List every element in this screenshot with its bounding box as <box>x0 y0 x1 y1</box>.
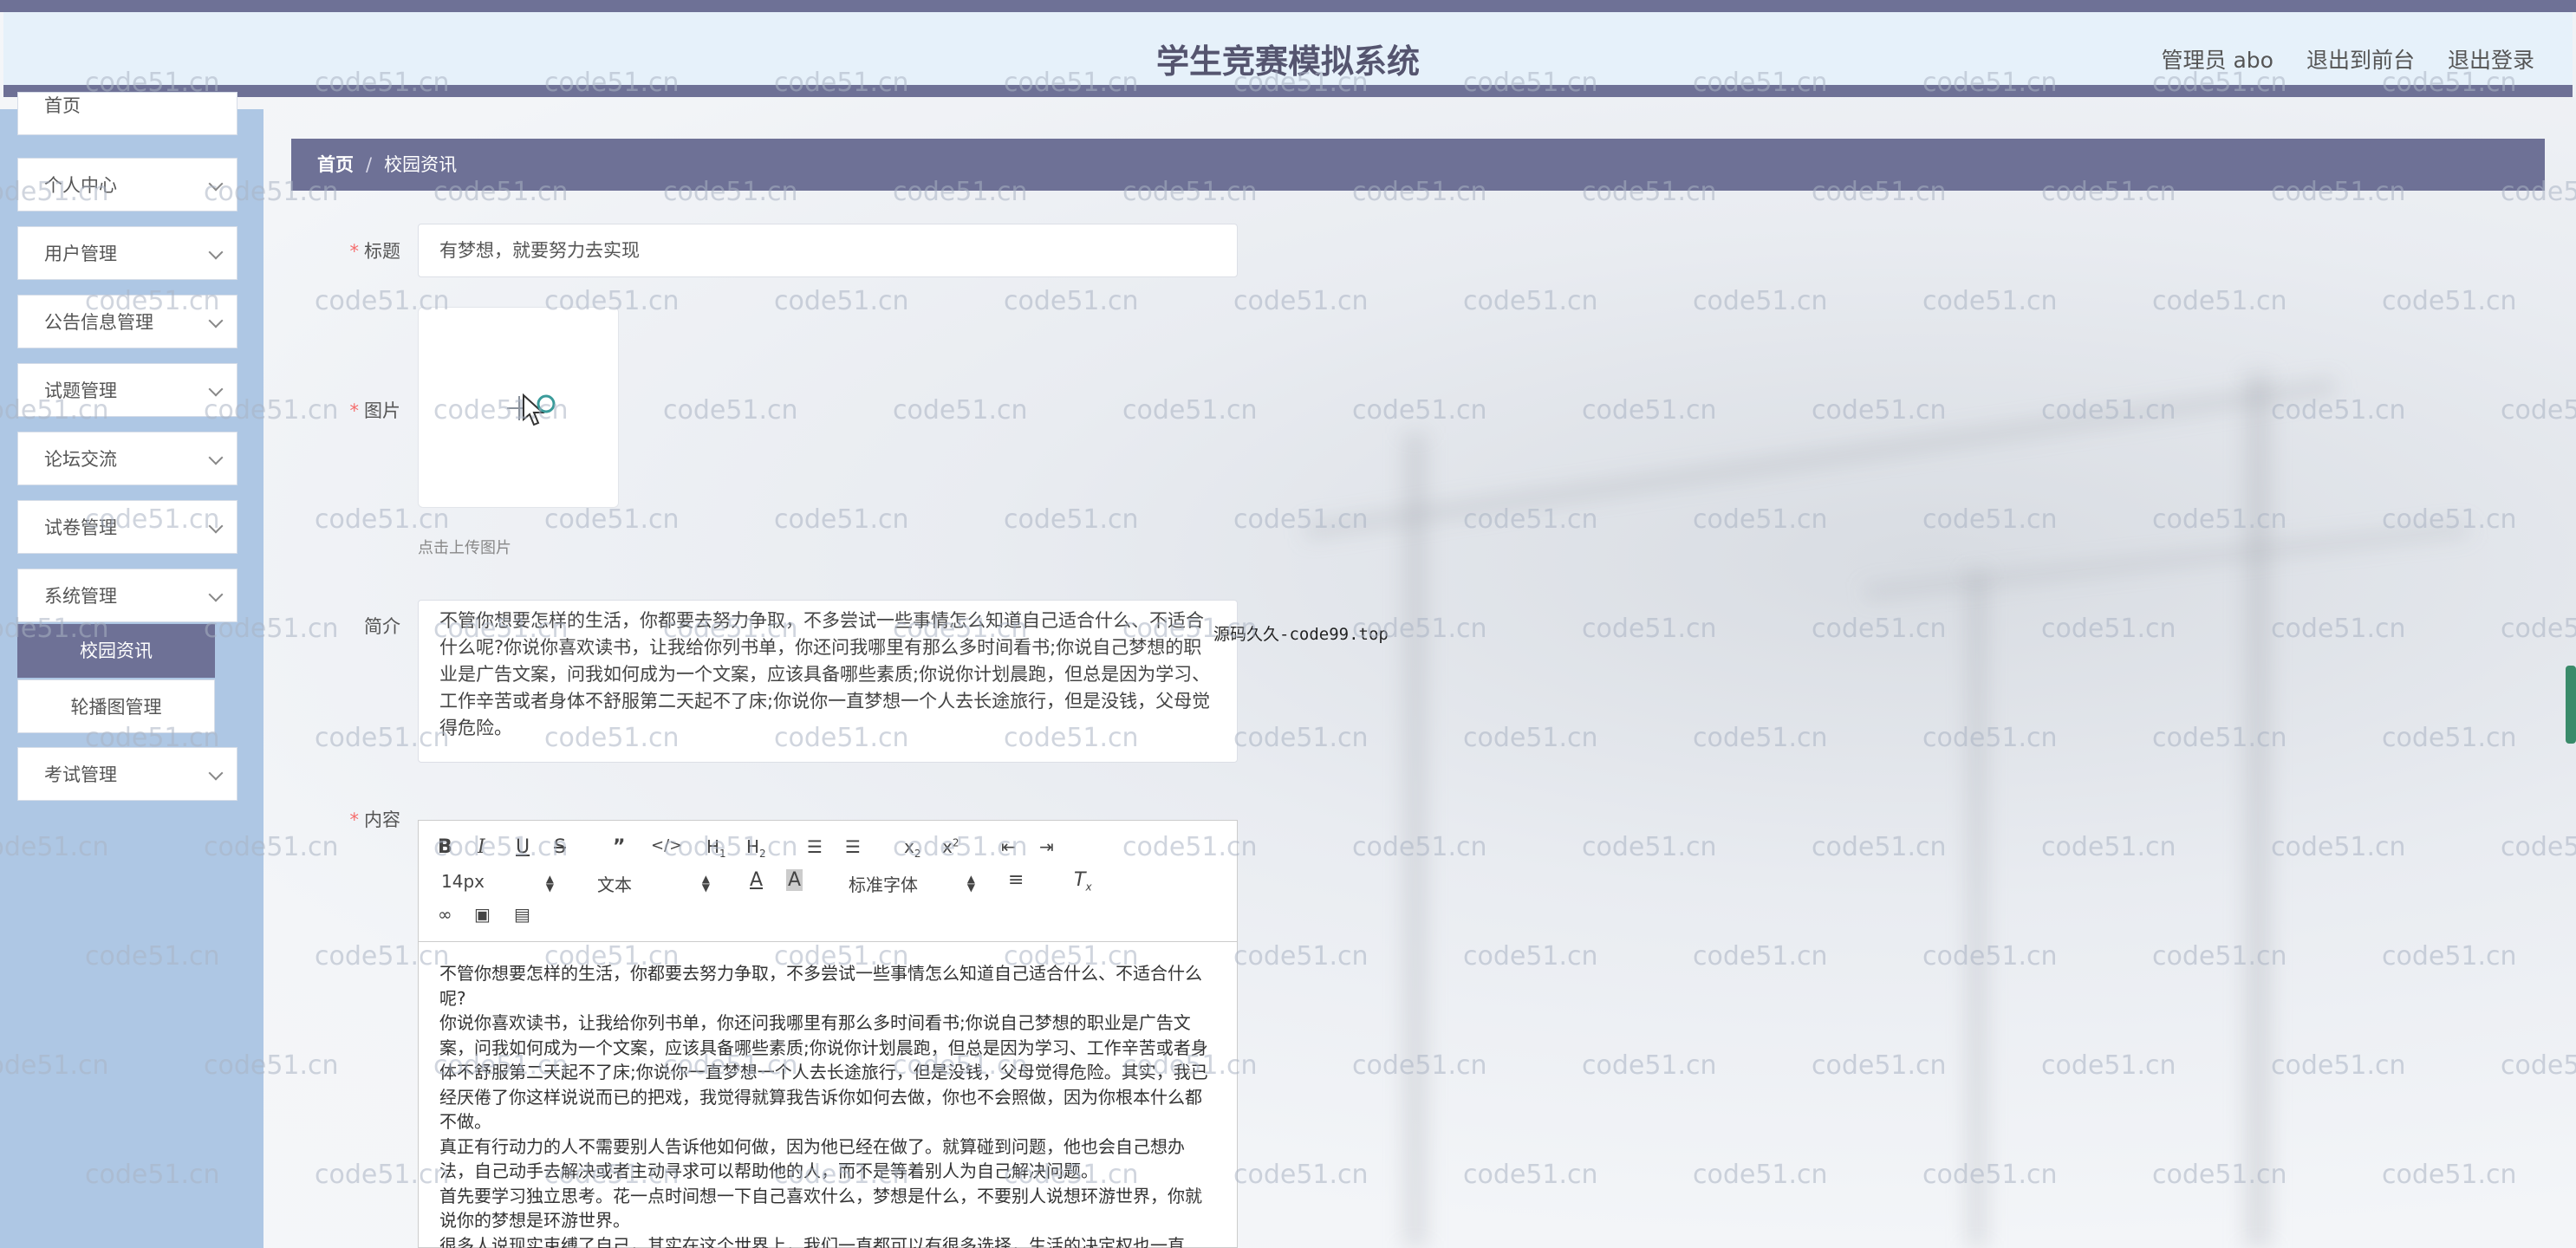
mouse-cursor-icon <box>523 393 556 426</box>
subscript-icon[interactable]: x2 <box>904 836 920 860</box>
underline-icon[interactable]: U <box>516 836 530 858</box>
sidebar-item-label: 公告信息管理 <box>44 312 153 333</box>
editor-paragraph: 不管你想要怎样的生活，你都要去努力争取，不多尝试一些事情怎么知道自己适合什么、不… <box>439 963 1202 1009</box>
rich-text-editor: B I U S ” </> H1 H2 ☰ ☰ x2 x2 ⇤ ⇥ 14px ▲… <box>418 820 1238 1248</box>
required-mark: * <box>349 241 360 262</box>
editor-paragraph: 首先要学习独立思考。花一点时间想一下自己喜欢什么，梦想是什么，不要别人说想环游世… <box>439 1185 1202 1232</box>
upload-tip: 点击上传图片 <box>418 539 511 557</box>
sidebar-item-home[interactable]: 首页 <box>17 92 237 135</box>
intro-textarea[interactable]: 不管你想要怎样的生活，你都要去努力争取，不多尝试一些事情怎么知道自己适合什么、不… <box>418 600 1238 763</box>
breadcrumb-home[interactable]: 首页 <box>317 154 354 175</box>
block-type-value: 文本 <box>597 874 632 895</box>
blockquote-icon[interactable]: ” <box>613 836 625 858</box>
sidebar-item-label: 用户管理 <box>44 244 117 264</box>
title-label-text: 标题 <box>364 241 400 262</box>
sidebar-item-forum[interactable]: 论坛交流 <box>17 432 237 485</box>
sidebar-item-question-management[interactable]: 试题管理 <box>17 363 237 417</box>
font-color-icon[interactable]: A <box>750 869 763 891</box>
ordered-list-icon[interactable]: ☰ <box>807 836 823 857</box>
bold-icon[interactable]: B <box>438 836 452 858</box>
chevron-down-icon <box>208 518 224 534</box>
background-color-icon[interactable]: A <box>786 869 803 891</box>
italic-icon[interactable]: I <box>478 836 485 858</box>
logout-link[interactable]: 退出登录 <box>2448 43 2534 75</box>
sidebar-item-paper-management[interactable]: 试卷管理 <box>17 500 237 554</box>
sidebar-item-label: 个人中心 <box>44 175 117 196</box>
sidebar-item-label: 首页 <box>44 95 81 116</box>
breadcrumb-current: 校园资讯 <box>384 154 458 175</box>
sidebar-item-notice-management[interactable]: 公告信息管理 <box>17 295 237 348</box>
sidebar-subitem-campus-news[interactable]: 校园资讯 <box>17 624 215 678</box>
editor-paragraph: 你说你喜欢读书，让我给你列书单，你还问我哪里有那么多时间看书;你说自己梦想的职业… <box>439 1012 1208 1132</box>
clear-format-icon[interactable]: Tx <box>1074 869 1092 893</box>
editor-toolbar: B I U S ” </> H1 H2 ☰ ☰ x2 x2 ⇤ ⇥ 14px ▲… <box>419 821 1237 942</box>
font-size-value: 14px <box>441 871 485 892</box>
content-label-text: 内容 <box>364 809 400 830</box>
image-upload-box[interactable] <box>418 307 619 508</box>
indent-icon[interactable]: ⇥ <box>1039 836 1054 857</box>
sidebar-item-label: 试题管理 <box>44 380 117 401</box>
font-family-select[interactable]: 标准字体 ▲ ▼ <box>849 871 975 895</box>
sidebar-item-label: 系统管理 <box>44 586 117 607</box>
sidebar-item-label: 考试管理 <box>44 764 117 785</box>
sidebar-item-exam-management[interactable]: 考试管理 <box>17 747 237 801</box>
admin-user-label: 管理员 abo <box>2161 48 2274 73</box>
sidebar-item-label: 试卷管理 <box>44 517 117 538</box>
sidebar-subitem-label: 校园资讯 <box>80 640 153 661</box>
app-header: 学生竞赛模拟系统 管理员 abo 退出到前台 退出登录 <box>3 12 2573 97</box>
required-mark: * <box>349 400 360 421</box>
align-icon[interactable]: ≡ <box>1008 869 1024 891</box>
video-icon[interactable]: ▤ <box>514 904 530 925</box>
chevron-down-icon <box>208 244 224 260</box>
breadcrumb: 首页 / 校园资讯 <box>291 139 2545 191</box>
font-family-value: 标准字体 <box>849 874 918 895</box>
bullet-list-icon[interactable]: ☰ <box>845 836 861 857</box>
exit-to-front-link[interactable]: 退出到前台 <box>2306 43 2415 75</box>
chevron-down-icon <box>208 313 224 328</box>
link-icon[interactable]: ∞ <box>438 904 452 925</box>
top-accent-bar <box>0 0 2576 12</box>
block-type-select[interactable]: 文本 ▲ ▼ <box>597 871 710 895</box>
chevron-down-icon <box>208 176 224 192</box>
select-arrow-icon: ▲ ▼ <box>966 873 975 894</box>
page-scrollbar-thumb[interactable] <box>2566 666 2576 744</box>
editor-paragraph: 很多人说现实束缚了自己，其实在这个世界上，我们一直都可以有很多选择，生活的决定权… <box>439 1234 1185 1248</box>
outdent-icon[interactable]: ⇤ <box>1001 836 1016 857</box>
chevron-down-icon <box>208 765 224 781</box>
intro-label-text: 简介 <box>364 616 400 637</box>
image-icon[interactable]: ▣ <box>474 904 491 925</box>
editor-paragraph: 真正有行动力的人不需要别人告诉他如何做，因为他已经在做了。就算碰到问题，他也会自… <box>439 1135 1185 1182</box>
chevron-down-icon <box>208 587 224 602</box>
content-label: * 内容 <box>288 806 401 832</box>
title-input[interactable]: 有梦想，就要努力去实现 <box>418 224 1238 277</box>
code-block-icon[interactable]: </> <box>651 836 682 855</box>
font-size-select[interactable]: 14px ▲ ▼ <box>441 871 554 895</box>
sidebar: 首页 个人中心 用户管理 公告信息管理 试题管理 论坛交流 试卷管理 系统管理 … <box>0 92 263 1248</box>
image-label: * 图片 <box>288 397 401 423</box>
sidebar-item-personal-center[interactable]: 个人中心 <box>17 158 237 211</box>
title-label: * 标题 <box>288 237 401 263</box>
chevron-down-icon <box>208 381 224 397</box>
required-mark: * <box>349 809 360 830</box>
strikethrough-icon[interactable]: S <box>554 836 566 858</box>
image-label-text: 图片 <box>364 400 400 421</box>
sidebar-subitem-carousel[interactable]: 轮播图管理 <box>17 679 215 733</box>
header-nav: 管理员 abo 退出到前台 退出登录 <box>2162 43 2534 75</box>
select-arrow-icon: ▲ ▼ <box>701 873 710 894</box>
heading2-icon[interactable]: H2 <box>746 836 766 860</box>
sidebar-item-user-management[interactable]: 用户管理 <box>17 226 237 280</box>
sidebar-item-label: 论坛交流 <box>44 449 117 470</box>
sidebar-subitem-label: 轮播图管理 <box>70 697 162 718</box>
editor-content[interactable]: 不管你想要怎样的生活，你都要去努力争取，不多尝试一些事情怎么知道自己适合什么、不… <box>419 942 1237 1248</box>
select-arrow-icon: ▲ ▼ <box>545 873 554 894</box>
superscript-icon[interactable]: x2 <box>942 836 959 857</box>
side-note: 源码久久-code99.top <box>1213 625 1389 644</box>
intro-label: 简介 <box>288 613 400 639</box>
breadcrumb-separator: / <box>366 154 373 175</box>
chevron-down-icon <box>208 450 224 465</box>
sidebar-item-system-management[interactable]: 系统管理 <box>17 569 237 622</box>
heading1-icon[interactable]: H1 <box>706 836 726 860</box>
